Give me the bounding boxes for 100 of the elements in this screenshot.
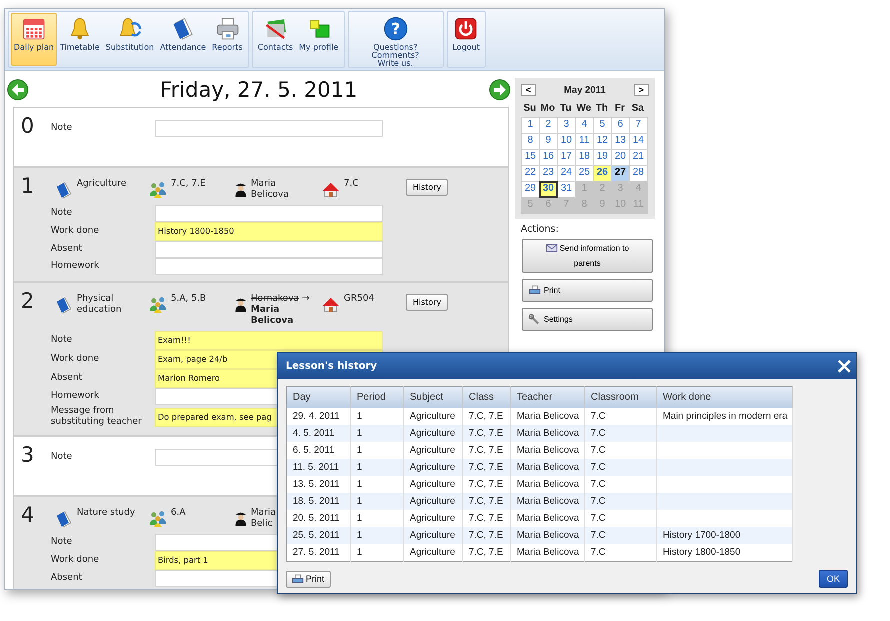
action-button[interactable]: Send information to parents — [522, 239, 653, 273]
actions-label: Actions: — [521, 224, 560, 235]
table-cell: 27. 5. 2011 — [286, 544, 350, 562]
input-field[interactable] — [155, 241, 383, 258]
field-label: Absent — [51, 572, 84, 585]
house-icon — [322, 296, 340, 314]
field-label: Absent — [51, 372, 84, 385]
toolbar-button[interactable]: Contacts — [254, 13, 296, 66]
table-cell: Agriculture — [404, 544, 462, 562]
table-cell: History 1800-1850 — [656, 544, 792, 562]
toolbar-button[interactable]: ? Questions? Comments? Write us. — [350, 13, 441, 66]
close-icon[interactable] — [837, 358, 852, 374]
envelope-icon — [546, 242, 558, 253]
table-cell: Agriculture — [404, 493, 462, 510]
weekday-label: Sa — [630, 102, 646, 116]
column-header[interactable]: Subject — [404, 386, 462, 408]
weekday-label: Tu — [559, 102, 573, 116]
weekday-label: We — [576, 102, 592, 116]
toolbar-button[interactable]: Attendance — [157, 13, 210, 66]
column-header[interactable]: Period — [350, 386, 404, 408]
calendar-day[interactable]: 7 — [629, 117, 648, 134]
book-icon — [55, 510, 73, 528]
table-cell: 7.C, 7.E — [462, 459, 510, 476]
table-cell: Agriculture — [404, 425, 462, 442]
print-button[interactable]: Print — [286, 570, 331, 588]
classroom-name: GR504 — [344, 294, 374, 305]
input-field[interactable]: History 1800-1850 — [155, 222, 383, 241]
table-cell: 7.C, 7.E — [462, 527, 510, 544]
field-label: Note — [51, 451, 74, 464]
table-cell: 25. 5. 2011 — [286, 527, 350, 544]
input-field[interactable] — [155, 205, 383, 222]
table-cell: History 1700-1800 — [656, 527, 792, 544]
table-cell: 7.C — [584, 544, 656, 562]
house-icon — [322, 181, 340, 199]
person-icon — [233, 510, 249, 528]
subject-name: Agriculture — [77, 179, 128, 190]
subject-name: Physical education — [77, 294, 123, 316]
people-icon — [149, 510, 167, 528]
table-cell: Maria Belicova — [510, 527, 584, 544]
column-header[interactable]: Work done — [656, 386, 792, 408]
calendar-day[interactable]: 28 — [629, 165, 648, 182]
day-title: Friday, 27. 5. 2011 — [160, 78, 358, 102]
table-cell: 7.C, 7.E — [462, 425, 510, 442]
toolbar-button[interactable]: Substitution — [102, 13, 158, 66]
teacher-name: Maria Belicova — [251, 305, 295, 327]
people-icon — [149, 296, 167, 314]
teacher-name: Maria Belicova — [251, 179, 290, 201]
toolbar-button[interactable]: Daily plan — [11, 13, 58, 66]
action-button[interactable]: Print — [522, 279, 653, 302]
period-number: 3 — [20, 443, 36, 469]
table-cell: 1 — [350, 527, 404, 544]
field-label: Work done — [51, 353, 100, 366]
table-cell: 7.C — [584, 425, 656, 442]
next-month-button[interactable]: > — [634, 84, 649, 96]
printer-icon — [529, 285, 541, 296]
table-cell: Agriculture — [404, 527, 462, 544]
history-button[interactable]: History — [406, 294, 448, 311]
next-day-icon[interactable] — [488, 79, 511, 101]
toolbar-button[interactable]: Logout — [450, 13, 483, 66]
power-icon — [453, 16, 480, 42]
calendar-day[interactable]: 30 — [539, 181, 558, 198]
table-cell: 7.C — [584, 527, 656, 544]
period-number: 4 — [20, 503, 36, 529]
calendar-day[interactable]: 21 — [629, 149, 648, 166]
toolbar-button[interactable]: My profile — [296, 13, 342, 66]
printer-icon — [214, 16, 241, 42]
field-label: Note — [51, 122, 74, 135]
book-icon — [55, 296, 73, 314]
column-header[interactable]: Classroom — [584, 386, 656, 408]
field-label: Note — [51, 536, 74, 549]
previous-day-icon[interactable] — [7, 79, 29, 101]
history-button[interactable]: History — [406, 179, 448, 196]
toolbar-button[interactable]: Timetable — [57, 13, 103, 66]
column-header[interactable]: Teacher — [510, 386, 584, 408]
field-label: Work done — [51, 554, 100, 567]
period-number: 1 — [20, 174, 36, 200]
toolbar-button[interactable]: Reports — [209, 13, 246, 66]
field-label: Absent — [51, 243, 84, 256]
previous-month-button[interactable]: < — [521, 84, 536, 96]
ok-button[interactable]: OK — [818, 570, 848, 588]
classroom-name: 7.C — [344, 179, 359, 190]
table-cell: Maria Belicova — [510, 425, 584, 442]
substitution-arrow: → — [302, 294, 310, 304]
calendar-day[interactable]: 14 — [629, 133, 648, 150]
input-field[interactable] — [155, 258, 383, 275]
column-header[interactable]: Day — [286, 386, 350, 408]
column-header[interactable]: Class — [462, 386, 510, 408]
table-cell: 1 — [350, 425, 404, 442]
people-icon — [149, 181, 167, 199]
field-label: Work done — [51, 225, 100, 238]
action-button[interactable]: Settings — [522, 308, 653, 331]
input-field[interactable]: Exam!!! — [155, 331, 383, 350]
class-list: 5.A, 5.B — [171, 294, 206, 305]
table-cell: 1 — [350, 544, 404, 562]
table-cell: 7.C, 7.E — [462, 544, 510, 562]
input-field[interactable] — [155, 120, 383, 137]
field-label: Homework — [51, 390, 100, 403]
weekday-label: Fr — [614, 102, 626, 116]
subject-name: Nature study — [77, 508, 136, 519]
field-label: Note — [51, 334, 74, 347]
